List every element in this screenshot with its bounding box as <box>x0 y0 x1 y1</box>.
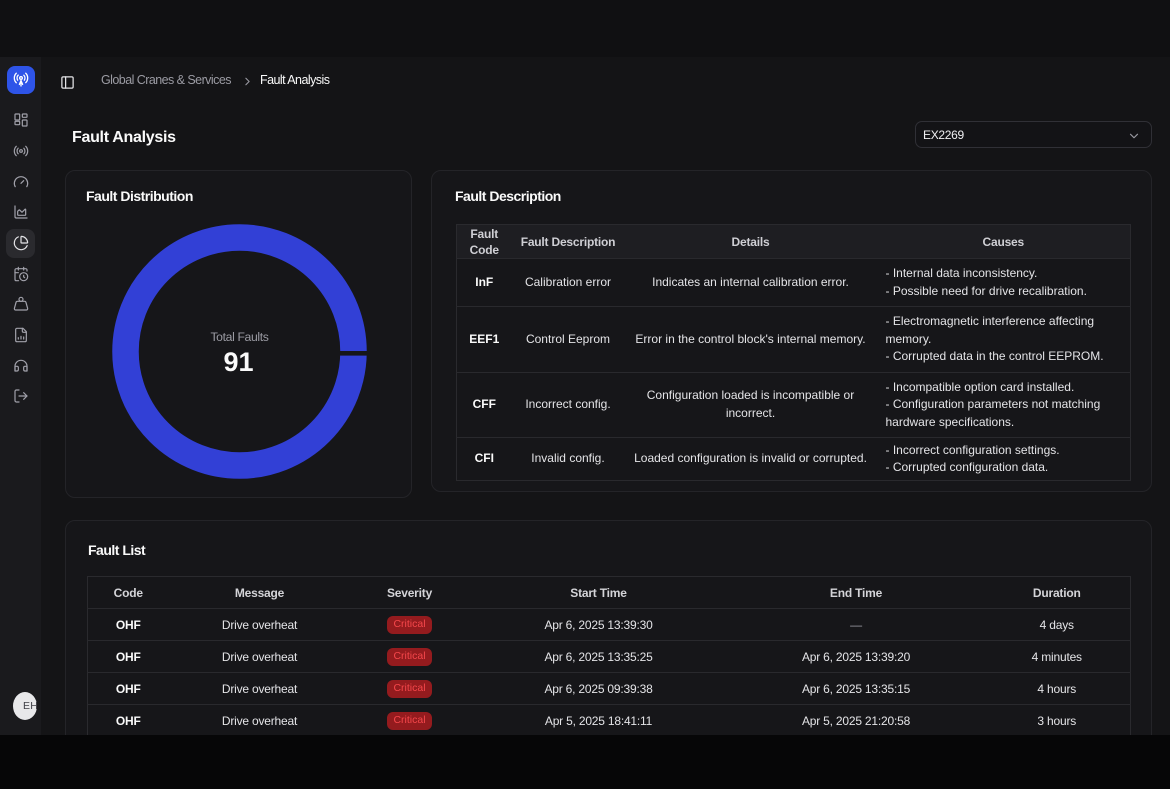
svg-text:91: 91 <box>223 347 253 377</box>
svg-text:Total Faults: Total Faults <box>210 330 268 344</box>
